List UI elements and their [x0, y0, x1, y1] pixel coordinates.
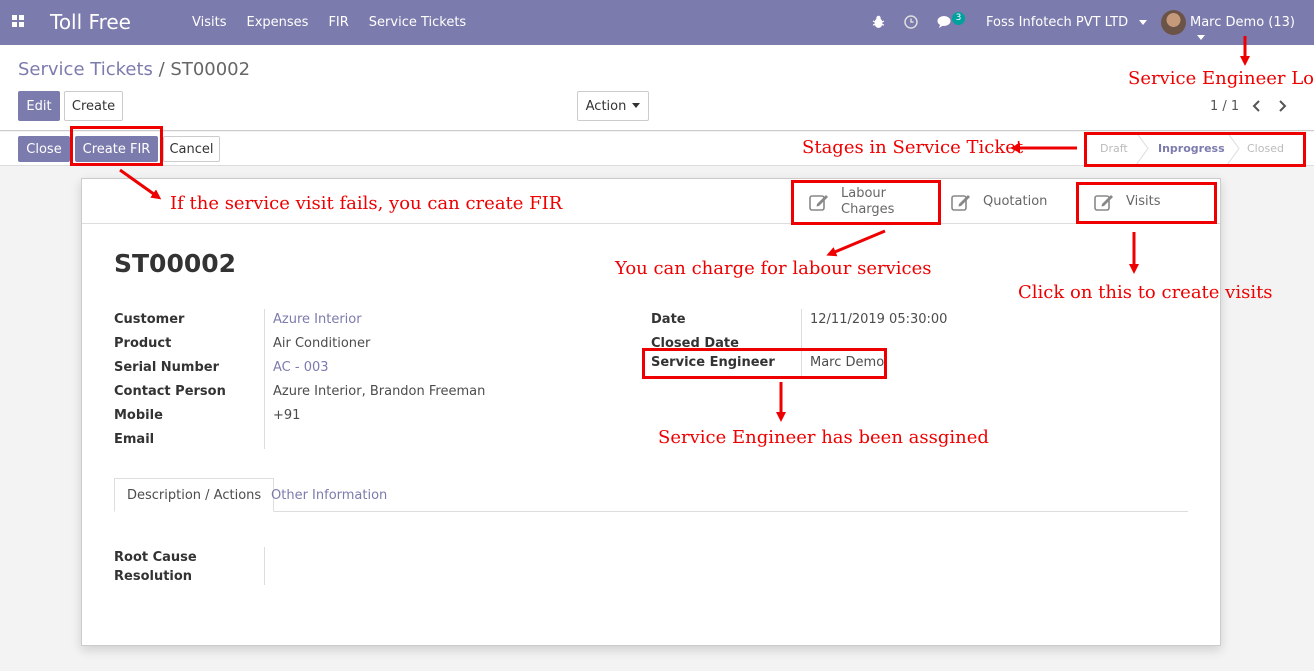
breadcrumb-separator: /	[152, 59, 171, 80]
close-ticket-button[interactable]: Close	[18, 136, 70, 162]
date-label: Date	[651, 312, 686, 327]
clock-icon[interactable]	[904, 15, 918, 29]
customer-value[interactable]: Azure Interior	[273, 312, 362, 327]
annotation-visits: Click on this to create visits	[1018, 282, 1273, 303]
breadcrumb: Service Tickets / ST00002	[18, 59, 250, 80]
menu-item-fir[interactable]: FIR	[328, 15, 348, 30]
form-sheet: Labour Charges Quotation Visits ST00002 …	[81, 178, 1221, 646]
tab-description-actions[interactable]: Description / Actions	[114, 478, 275, 512]
quotation-button[interactable]: Quotation	[951, 179, 1047, 224]
menu-item-visits[interactable]: Visits	[192, 15, 226, 30]
action-label: Action	[585, 98, 627, 114]
chat-count-badge: 3	[952, 12, 965, 25]
page-title: ST00002	[114, 249, 237, 278]
pager-value[interactable]: 1 / 1	[1210, 99, 1239, 114]
highlight-labour-charges	[791, 180, 941, 225]
highlight-create-fir	[70, 126, 163, 166]
resolution-label: Resolution	[114, 569, 193, 584]
field-divider	[264, 547, 265, 585]
breadcrumb-parent[interactable]: Service Tickets	[18, 59, 153, 80]
edit-button[interactable]: Edit	[18, 91, 60, 121]
menu-item-service-tickets[interactable]: Service Tickets	[369, 15, 466, 30]
annotation-fir: If the service visit fails, you can crea…	[170, 193, 563, 214]
menu-item-expenses[interactable]: Expenses	[246, 15, 308, 30]
caret-down-icon	[632, 102, 641, 108]
date-value: 12/11/2019 05:30:00	[810, 312, 948, 327]
customer-label: Customer	[114, 312, 185, 327]
breadcrumb-current: ST00002	[170, 59, 251, 80]
contact-person-label: Contact Person	[114, 384, 226, 399]
tab-other-information[interactable]: Other Information	[259, 478, 399, 512]
main-menu: Visits Expenses FIR Service Tickets	[192, 15, 486, 30]
notebook-tabs: Description / Actions Other Information	[114, 478, 1188, 512]
user-name: Marc Demo (13)	[1190, 15, 1295, 30]
product-value: Air Conditioner	[273, 336, 371, 351]
annotation-login: Service Engineer Login	[1128, 68, 1314, 89]
serial-number-label: Serial Number	[114, 360, 220, 375]
avatar[interactable]	[1161, 10, 1186, 35]
annotation-labour: You can charge for labour services	[615, 258, 932, 279]
company-name: Foss Infotech PVT LTD	[986, 15, 1129, 30]
top-navbar: Toll Free Visits Expenses FIR Service Ti…	[0, 0, 1314, 45]
cancel-ticket-button[interactable]: Cancel	[163, 136, 220, 162]
chevron-down-icon	[1139, 20, 1148, 25]
highlight-stages	[1084, 132, 1306, 167]
apps-menu-icon[interactable]	[12, 15, 26, 29]
serial-number-value[interactable]: AC - 003	[273, 360, 329, 375]
product-label: Product	[114, 336, 172, 351]
mobile-label: Mobile	[114, 408, 163, 423]
company-switcher[interactable]: Foss Infotech PVT LTD	[986, 15, 1148, 30]
annotation-stages: Stages in Service Ticket	[802, 137, 1024, 158]
root-cause-label: Root Cause	[114, 550, 197, 565]
highlight-visits	[1076, 182, 1217, 224]
pager-previous-icon[interactable]	[1251, 99, 1261, 113]
quotation-label: Quotation	[983, 194, 1048, 209]
action-dropdown[interactable]: Action	[577, 91, 649, 121]
chevron-down-icon	[1197, 35, 1205, 40]
create-button[interactable]: Create	[64, 91, 123, 121]
annotation-engineer: Service Engineer has been assgined	[658, 427, 989, 448]
mobile-value: +91	[273, 408, 301, 423]
contact-person-value: Azure Interior, Brandon Freeman	[273, 384, 486, 399]
pager-next-icon[interactable]	[1278, 99, 1288, 113]
field-divider	[264, 309, 265, 449]
edit-icon	[951, 194, 970, 211]
bug-icon[interactable]	[872, 15, 885, 29]
user-menu[interactable]: Marc Demo (13)	[1190, 15, 1314, 45]
email-label: Email	[114, 432, 155, 447]
control-panel: Service Tickets / ST00002 Edit Create Ac…	[0, 45, 1314, 131]
app-brand[interactable]: Toll Free	[50, 10, 131, 34]
highlight-service-engineer	[642, 348, 887, 379]
